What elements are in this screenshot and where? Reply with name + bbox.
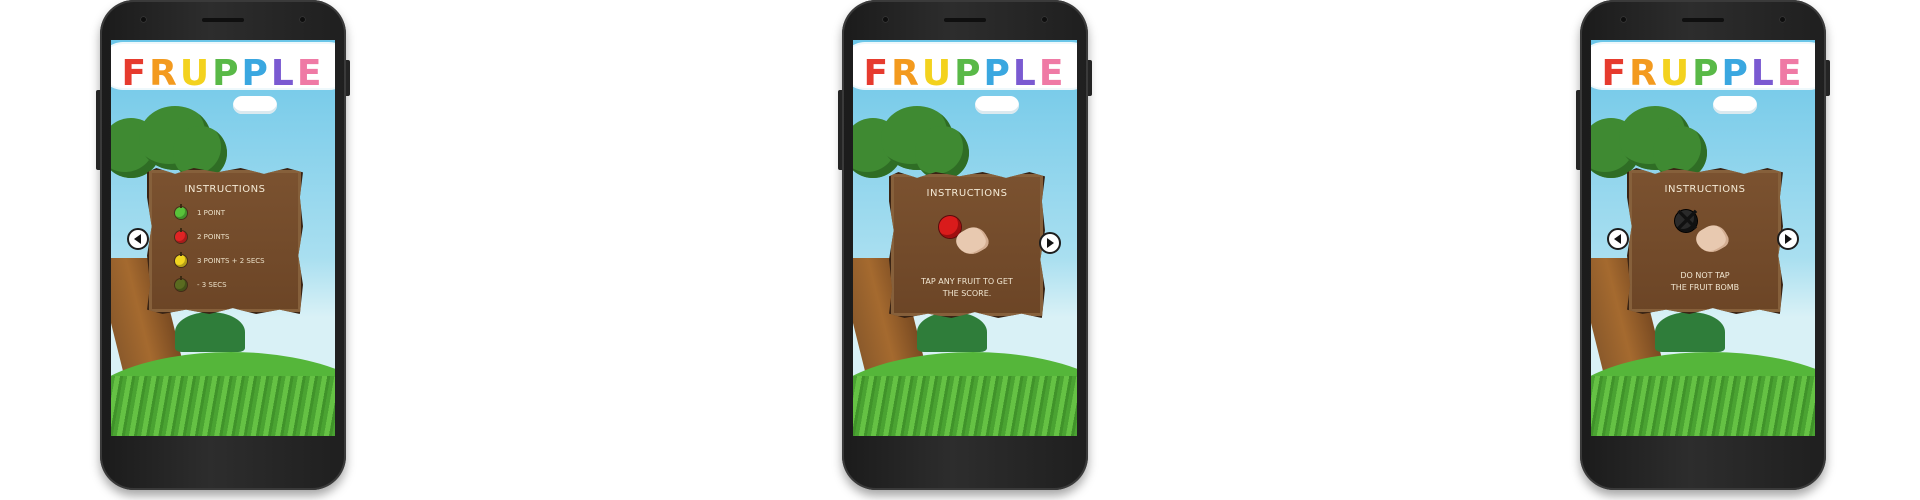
logo-letter: F <box>1601 53 1630 94</box>
game-screen-2: FRUPPLE INSTRUCTIONS TAP ANY FRUIT TO GE… <box>853 40 1077 436</box>
logo-letter: R <box>1629 53 1660 94</box>
instructions-board: INSTRUCTIONS ✕ DO NOT TAP THE FRUIT BOMB <box>1627 168 1783 314</box>
arrow-left-icon <box>134 234 141 244</box>
logo-letter: R <box>149 53 180 94</box>
legend-label: 3 POINTS + 2 SECS <box>197 257 265 265</box>
caption-line: THE FRUIT BOMB <box>1670 283 1740 292</box>
logo-letter: P <box>1721 53 1751 94</box>
logo-letter: P <box>983 53 1013 94</box>
phone-frame-2: FRUPPLE INSTRUCTIONS TAP ANY FRUIT TO GE… <box>838 0 1092 490</box>
cloud <box>1713 96 1757 114</box>
logo-letter: R <box>891 53 922 94</box>
front-camera-icon <box>299 16 306 23</box>
sensor-icon <box>1620 16 1627 23</box>
speaker-grille <box>944 18 986 22</box>
logo-letter: U <box>1659 53 1693 94</box>
legend-item: 3 POINTS + 2 SECS <box>175 252 265 268</box>
speaker-grille <box>1682 18 1724 22</box>
arrow-left-icon <box>1614 234 1621 244</box>
game-screen-1: FRUPPLE INSTRUCTIONS 1 POINT 2 POINTS 3 … <box>111 40 335 436</box>
power-button <box>1088 60 1092 96</box>
cloud <box>975 96 1019 114</box>
game-logo: FRUPPLE <box>111 52 335 96</box>
bush <box>175 312 245 352</box>
showcase-stage: FRUPPLE INSTRUCTIONS 1 POINT 2 POINTS 3 … <box>0 0 1920 500</box>
phone-frame-1: FRUPPLE INSTRUCTIONS 1 POINT 2 POINTS 3 … <box>96 0 350 490</box>
grass-foreground <box>853 376 1077 436</box>
logo-letter: P <box>1692 53 1722 94</box>
legend-label: 1 POINT <box>197 209 225 217</box>
board-title: INSTRUCTIONS <box>926 188 1008 199</box>
front-camera-icon <box>1779 16 1786 23</box>
game-logo: FRUPPLE <box>1591 52 1815 96</box>
logo-letter: U <box>921 53 955 94</box>
power-button <box>346 60 350 96</box>
game-logo: FRUPPLE <box>853 52 1077 96</box>
next-page-button[interactable] <box>1777 228 1799 250</box>
front-camera-icon <box>1041 16 1048 23</box>
phone-frame-3: FRUPPLE INSTRUCTIONS ✕ DO NOT TAP THE FR… <box>1576 0 1830 490</box>
logo-letter: U <box>179 53 213 94</box>
arrow-right-icon <box>1047 238 1054 248</box>
legend-label: 2 POINTS <box>197 233 230 241</box>
green-apple-icon <box>175 204 187 219</box>
instruction-caption: DO NOT TAP THE FRUIT BOMB <box>1629 270 1781 294</box>
cloud <box>233 96 277 114</box>
bush <box>917 312 987 352</box>
grass-foreground <box>111 376 335 436</box>
legend-item: 2 POINTS <box>175 228 230 244</box>
logo-letter: P <box>212 53 242 94</box>
logo-letter: F <box>121 53 150 94</box>
volume-button <box>838 90 842 170</box>
caption-line: DO NOT TAP <box>1680 271 1730 280</box>
tree-crown <box>915 126 969 180</box>
instruction-caption: TAP ANY FRUIT TO GET THE SCORE. <box>891 276 1043 300</box>
next-page-button[interactable] <box>1039 232 1061 254</box>
rotten-apple-icon <box>175 276 187 291</box>
previous-page-button[interactable] <box>1607 228 1629 250</box>
power-button <box>1826 60 1830 96</box>
red-apple-icon <box>175 228 187 243</box>
logo-letter: L <box>1750 53 1777 94</box>
logo-letter: E <box>1776 53 1805 94</box>
board-title: INSTRUCTIONS <box>184 184 266 195</box>
legend-item: - 3 SECS <box>175 276 227 292</box>
bush <box>1655 312 1725 352</box>
legend-label: - 3 SECS <box>197 281 227 289</box>
logo-letter: F <box>863 53 892 94</box>
sensor-icon <box>882 16 889 23</box>
previous-page-button[interactable] <box>127 228 149 250</box>
legend-item: 1 POINT <box>175 204 225 220</box>
volume-button <box>96 90 100 170</box>
yellow-apple-icon <box>175 252 187 267</box>
logo-letter: E <box>1038 53 1067 94</box>
instructions-board: INSTRUCTIONS 1 POINT 2 POINTS 3 POINTS +… <box>147 168 303 314</box>
logo-letter: P <box>954 53 984 94</box>
board-title: INSTRUCTIONS <box>1664 184 1746 195</box>
sensor-icon <box>140 16 147 23</box>
caption-line: TAP ANY FRUIT TO GET <box>921 277 1013 286</box>
logo-letter: L <box>1012 53 1039 94</box>
caption-line: THE SCORE. <box>942 289 992 298</box>
arrow-right-icon <box>1785 234 1792 244</box>
logo-letter: P <box>241 53 271 94</box>
game-screen-3: FRUPPLE INSTRUCTIONS ✕ DO NOT TAP THE FR… <box>1591 40 1815 436</box>
logo-letter: L <box>270 53 297 94</box>
volume-button <box>1576 90 1580 170</box>
speaker-grille <box>202 18 244 22</box>
logo-letter: E <box>296 53 325 94</box>
grass-foreground <box>1591 376 1815 436</box>
instructions-board: INSTRUCTIONS TAP ANY FRUIT TO GET THE SC… <box>889 172 1045 318</box>
